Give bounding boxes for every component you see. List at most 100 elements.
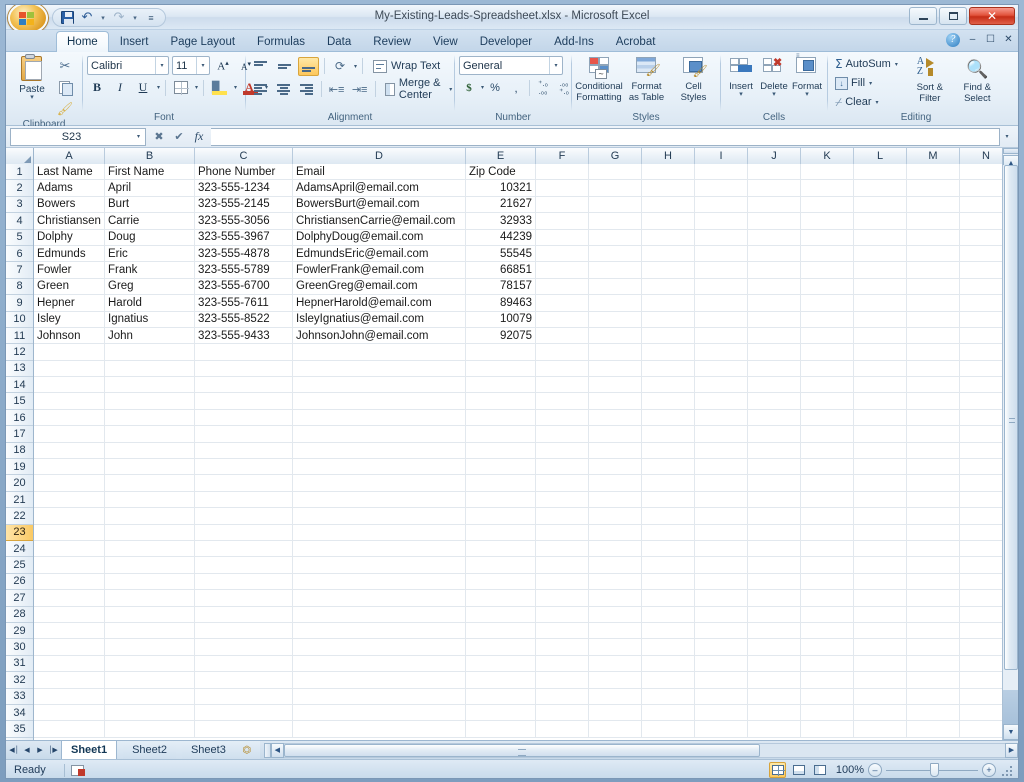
cell-L30[interactable] [854,639,907,654]
vscroll-track[interactable] [1003,165,1018,690]
cell-C12[interactable] [195,344,293,359]
cell-F2[interactable] [536,180,589,195]
cell-D1[interactable]: Email [293,164,466,179]
cell-D34[interactable] [293,705,466,720]
cell-F4[interactable] [536,213,589,228]
cell-F16[interactable] [536,410,589,425]
cell-A29[interactable] [34,623,105,638]
cell-I20[interactable] [695,475,748,490]
cell-I3[interactable] [695,197,748,212]
cell-H7[interactable] [642,262,695,277]
row-header-21[interactable]: 21 [6,492,33,508]
cell-J13[interactable] [748,361,801,376]
cell-C10[interactable]: 323-555-8522 [195,312,293,327]
cell-I25[interactable] [695,557,748,572]
cell-F10[interactable] [536,312,589,327]
paste-dropdown-icon[interactable]: ▾ [30,95,34,101]
cell-E12[interactable] [466,344,536,359]
cell-D9[interactable]: HepnerHarold@email.com [293,295,466,310]
cell-G15[interactable] [589,393,642,408]
currency-dropdown-icon[interactable]: ▾ [480,84,484,91]
borders-button[interactable] [171,78,191,97]
row-header-34[interactable]: 34 [6,705,33,721]
cell-A20[interactable] [34,475,105,490]
cell-H23[interactable] [642,525,695,540]
cell-D26[interactable] [293,574,466,589]
cell-I30[interactable] [695,639,748,654]
cell-A9[interactable]: Hepner [34,295,105,310]
italic-button[interactable]: I [110,78,130,97]
cell-F13[interactable] [536,361,589,376]
row-header-26[interactable]: 26 [6,574,33,590]
insert-cells-button[interactable]: Insert ▾ [725,54,757,98]
column-header-M[interactable]: M [907,148,960,164]
cell-M18[interactable] [907,443,960,458]
cell-J9[interactable] [748,295,801,310]
cell-G28[interactable] [589,607,642,622]
cell-A35[interactable] [34,721,105,736]
autosum-button[interactable]: Σ AutoSum ▾ [832,55,905,73]
insert-dropdown-icon[interactable]: ▾ [739,92,743,98]
tab-home[interactable]: Home [56,31,109,52]
cell-K14[interactable] [801,377,854,392]
cell-C2[interactable]: 323-555-1234 [195,180,293,195]
cell-B21[interactable] [105,492,195,507]
cell-L33[interactable] [854,689,907,704]
cell-D22[interactable] [293,508,466,523]
cell-E22[interactable] [466,508,536,523]
row-header-20[interactable]: 20 [6,475,33,491]
cell-J34[interactable] [748,705,801,720]
cell-E8[interactable]: 78157 [466,279,536,294]
cell-D15[interactable] [293,393,466,408]
cell-G26[interactable] [589,574,642,589]
cell-M4[interactable] [907,213,960,228]
scroll-left-icon[interactable]: ◀ [271,743,284,758]
cell-G33[interactable] [589,689,642,704]
cell-G30[interactable] [589,639,642,654]
cell-K33[interactable] [801,689,854,704]
cell-I23[interactable] [695,525,748,540]
close-button[interactable]: ✕ [969,7,1015,25]
find-select-button[interactable]: 🔍 Find &Select [955,55,1000,104]
cell-A32[interactable] [34,672,105,687]
cell-C3[interactable]: 323-555-2145 [195,197,293,212]
cell-D7[interactable]: FowlerFrank@email.com [293,262,466,277]
cell-E2[interactable]: 10321 [466,180,536,195]
cell-C6[interactable]: 323-555-4878 [195,246,293,261]
cell-L13[interactable] [854,361,907,376]
top-align-button[interactable] [250,57,271,76]
cell-L16[interactable] [854,410,907,425]
cell-C21[interactable] [195,492,293,507]
cell-B16[interactable] [105,410,195,425]
cell-I4[interactable] [695,213,748,228]
cell-I29[interactable] [695,623,748,638]
cell-E15[interactable] [466,393,536,408]
cell-G27[interactable] [589,590,642,605]
row-header-18[interactable]: 18 [6,443,33,459]
cell-J28[interactable] [748,607,801,622]
cell-C18[interactable] [195,443,293,458]
cell-C31[interactable] [195,656,293,671]
cell-F22[interactable] [536,508,589,523]
cell-B3[interactable]: Burt [105,197,195,212]
cell-H27[interactable] [642,590,695,605]
cell-L26[interactable] [854,574,907,589]
cell-E3[interactable]: 21627 [466,197,536,212]
vscroll-thumb[interactable] [1004,165,1018,670]
row-header-10[interactable]: 10 [6,312,33,328]
cell-D16[interactable] [293,410,466,425]
cell-I9[interactable] [695,295,748,310]
expand-formula-bar-icon[interactable]: ▾ [1000,128,1014,146]
grow-font-button[interactable]: A▴ [213,56,233,75]
cell-H34[interactable] [642,705,695,720]
cell-H10[interactable] [642,312,695,327]
name-box[interactable]: S23 ▾ [10,128,146,146]
cell-I24[interactable] [695,541,748,556]
grid-cells[interactable]: Last NameFirst NamePhone NumberEmailZip … [34,164,1018,740]
view-page-break-button[interactable] [811,762,828,778]
cell-B4[interactable]: Carrie [105,213,195,228]
cell-G6[interactable] [589,246,642,261]
cell-A1[interactable]: Last Name [34,164,105,179]
cell-I8[interactable] [695,279,748,294]
row-header-22[interactable]: 22 [6,508,33,524]
